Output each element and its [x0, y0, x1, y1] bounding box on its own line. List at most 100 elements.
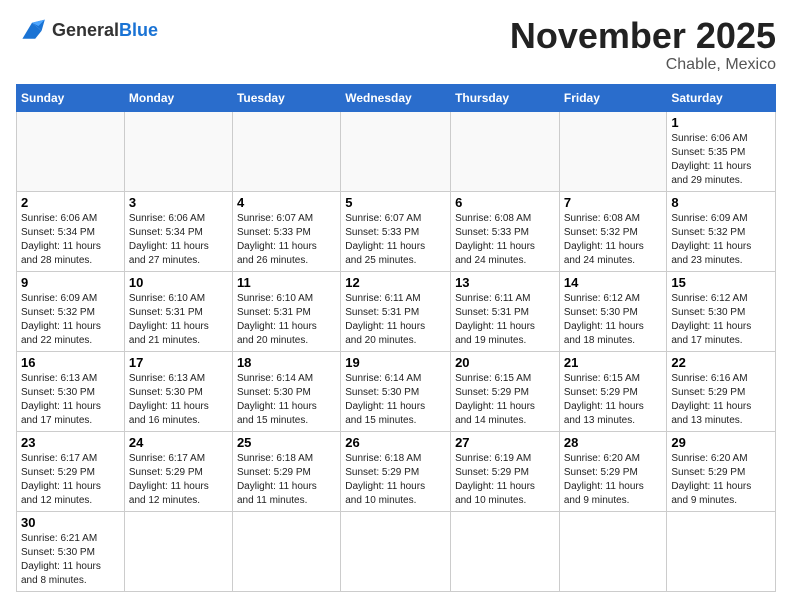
calendar-cell: 4 Sunrise: 6:07 AM Sunset: 5:33 PM Daylig… — [232, 191, 340, 271]
day-number: 21 — [564, 355, 663, 370]
day-info: Sunrise: 6:06 AM Sunset: 5:35 PM Dayligh… — [671, 132, 771, 188]
day-info: Sunrise: 6:18 AM Sunset: 5:29 PM Dayligh… — [345, 452, 446, 508]
day-info: Sunrise: 6:06 AM Sunset: 5:34 PM Dayligh… — [21, 212, 120, 268]
calendar-cell: 5 Sunrise: 6:07 AM Sunset: 5:33 PM Daylig… — [341, 191, 451, 271]
calendar-cell — [559, 511, 667, 591]
day-number: 14 — [564, 275, 663, 290]
logo-icon — [16, 16, 48, 44]
header-row: SundayMondayTuesdayWednesdayThursdayFrid… — [17, 84, 776, 111]
day-info: Sunrise: 6:17 AM Sunset: 5:29 PM Dayligh… — [21, 452, 120, 508]
day-number: 25 — [237, 435, 336, 450]
day-info: Sunrise: 6:13 AM Sunset: 5:30 PM Dayligh… — [129, 372, 228, 428]
day-info: Sunrise: 6:13 AM Sunset: 5:30 PM Dayligh… — [21, 372, 120, 428]
day-info: Sunrise: 6:09 AM Sunset: 5:32 PM Dayligh… — [21, 292, 120, 348]
calendar-cell — [17, 111, 125, 191]
calendar-cell: 13Sunrise: 6:11 AM Sunset: 5:31 PM Dayli… — [451, 271, 560, 351]
day-info: Sunrise: 6:11 AM Sunset: 5:31 PM Dayligh… — [455, 292, 555, 348]
day-number: 1 — [671, 115, 771, 130]
day-number: 6 — [455, 195, 555, 210]
day-info: Sunrise: 6:06 AM Sunset: 5:34 PM Dayligh… — [129, 212, 228, 268]
day-info: Sunrise: 6:14 AM Sunset: 5:30 PM Dayligh… — [237, 372, 336, 428]
calendar-week-4: 23 Sunrise: 6:17 AM Sunset: 5:29 PM Dayli… — [17, 431, 776, 511]
calendar-week-2: 9 Sunrise: 6:09 AM Sunset: 5:32 PM Daylig… — [17, 271, 776, 351]
calendar-cell — [232, 111, 340, 191]
calendar-cell: 15 Sunrise: 6:12 AM Sunset: 5:30 PM Dayli… — [667, 271, 776, 351]
day-info: Sunrise: 6:21 AM Sunset: 5:30 PM Dayligh… — [21, 532, 120, 588]
day-number: 18 — [237, 355, 336, 370]
logo: GeneralBlue — [16, 16, 158, 44]
calendar-cell: 10Sunrise: 6:10 AM Sunset: 5:31 PM Dayli… — [124, 271, 232, 351]
day-info: Sunrise: 6:07 AM Sunset: 5:33 PM Dayligh… — [237, 212, 336, 268]
calendar-table: SundayMondayTuesdayWednesdayThursdayFrid… — [16, 84, 776, 592]
header-day-thursday: Thursday — [451, 84, 560, 111]
calendar-cell: 2 Sunrise: 6:06 AM Sunset: 5:34 PM Daylig… — [17, 191, 125, 271]
month-title: November 2025 — [510, 16, 776, 56]
calendar-cell: 26Sunrise: 6:18 AM Sunset: 5:29 PM Dayli… — [341, 431, 451, 511]
day-info: Sunrise: 6:07 AM Sunset: 5:33 PM Dayligh… — [345, 212, 446, 268]
calendar-cell — [124, 511, 232, 591]
day-number: 29 — [671, 435, 771, 450]
header-day-sunday: Sunday — [17, 84, 125, 111]
header-day-saturday: Saturday — [667, 84, 776, 111]
calendar-header: SundayMondayTuesdayWednesdayThursdayFrid… — [17, 84, 776, 111]
calendar-cell: 9 Sunrise: 6:09 AM Sunset: 5:32 PM Daylig… — [17, 271, 125, 351]
calendar-cell: 17 Sunrise: 6:13 AM Sunset: 5:30 PM Dayli… — [124, 351, 232, 431]
calendar-cell: 19Sunrise: 6:14 AM Sunset: 5:30 PM Dayli… — [341, 351, 451, 431]
day-info: Sunrise: 6:12 AM Sunset: 5:30 PM Dayligh… — [671, 292, 771, 348]
day-number: 11 — [237, 275, 336, 290]
calendar-cell: 27 Sunrise: 6:19 AM Sunset: 5:29 PM Dayli… — [451, 431, 560, 511]
calendar-cell: 28Sunrise: 6:20 AM Sunset: 5:29 PM Dayli… — [559, 431, 667, 511]
day-number: 22 — [671, 355, 771, 370]
day-number: 17 — [129, 355, 228, 370]
day-info: Sunrise: 6:16 AM Sunset: 5:29 PM Dayligh… — [671, 372, 771, 428]
calendar-cell — [341, 111, 451, 191]
day-number: 23 — [21, 435, 120, 450]
calendar-week-1: 2 Sunrise: 6:06 AM Sunset: 5:34 PM Daylig… — [17, 191, 776, 271]
day-number: 24 — [129, 435, 228, 450]
calendar-cell — [341, 511, 451, 591]
day-number: 30 — [21, 515, 120, 530]
logo-text: GeneralBlue — [52, 20, 158, 41]
calendar-cell: 29Sunrise: 6:20 AM Sunset: 5:29 PM Dayli… — [667, 431, 776, 511]
calendar-cell: 23 Sunrise: 6:17 AM Sunset: 5:29 PM Dayli… — [17, 431, 125, 511]
day-number: 27 — [455, 435, 555, 450]
day-number: 7 — [564, 195, 663, 210]
calendar-cell: 1 Sunrise: 6:06 AM Sunset: 5:35 PM Daylig… — [667, 111, 776, 191]
day-number: 8 — [671, 195, 771, 210]
calendar-cell: 14Sunrise: 6:12 AM Sunset: 5:30 PM Dayli… — [559, 271, 667, 351]
title-block: November 2025 Chable, Mexico — [510, 16, 776, 74]
day-info: Sunrise: 6:15 AM Sunset: 5:29 PM Dayligh… — [455, 372, 555, 428]
calendar-cell: 6 Sunrise: 6:08 AM Sunset: 5:33 PM Daylig… — [451, 191, 560, 271]
day-number: 19 — [345, 355, 446, 370]
calendar-cell — [667, 511, 776, 591]
calendar-cell: 16 Sunrise: 6:13 AM Sunset: 5:30 PM Dayli… — [17, 351, 125, 431]
day-info: Sunrise: 6:20 AM Sunset: 5:29 PM Dayligh… — [564, 452, 663, 508]
calendar-cell — [559, 111, 667, 191]
day-info: Sunrise: 6:19 AM Sunset: 5:29 PM Dayligh… — [455, 452, 555, 508]
day-number: 15 — [671, 275, 771, 290]
calendar-cell: 25 Sunrise: 6:18 AM Sunset: 5:29 PM Dayli… — [232, 431, 340, 511]
day-number: 3 — [129, 195, 228, 210]
calendar-cell: 20 Sunrise: 6:15 AM Sunset: 5:29 PM Dayli… — [451, 351, 560, 431]
day-info: Sunrise: 6:10 AM Sunset: 5:31 PM Dayligh… — [237, 292, 336, 348]
day-info: Sunrise: 6:08 AM Sunset: 5:32 PM Dayligh… — [564, 212, 663, 268]
calendar-body: 1 Sunrise: 6:06 AM Sunset: 5:35 PM Daylig… — [17, 111, 776, 591]
day-number: 16 — [21, 355, 120, 370]
day-info: Sunrise: 6:17 AM Sunset: 5:29 PM Dayligh… — [129, 452, 228, 508]
calendar-cell: 21 Sunrise: 6:15 AM Sunset: 5:29 PM Dayli… — [559, 351, 667, 431]
day-info: Sunrise: 6:15 AM Sunset: 5:29 PM Dayligh… — [564, 372, 663, 428]
day-number: 4 — [237, 195, 336, 210]
day-info: Sunrise: 6:18 AM Sunset: 5:29 PM Dayligh… — [237, 452, 336, 508]
calendar-cell — [232, 511, 340, 591]
header-day-friday: Friday — [559, 84, 667, 111]
calendar-cell — [451, 511, 560, 591]
calendar-cell: 24 Sunrise: 6:17 AM Sunset: 5:29 PM Dayli… — [124, 431, 232, 511]
day-number: 9 — [21, 275, 120, 290]
day-number: 20 — [455, 355, 555, 370]
page-header: GeneralBlue November 2025 Chable, Mexico — [16, 16, 776, 74]
day-number: 5 — [345, 195, 446, 210]
day-number: 12 — [345, 275, 446, 290]
day-info: Sunrise: 6:08 AM Sunset: 5:33 PM Dayligh… — [455, 212, 555, 268]
calendar-week-0: 1 Sunrise: 6:06 AM Sunset: 5:35 PM Daylig… — [17, 111, 776, 191]
day-number: 2 — [21, 195, 120, 210]
